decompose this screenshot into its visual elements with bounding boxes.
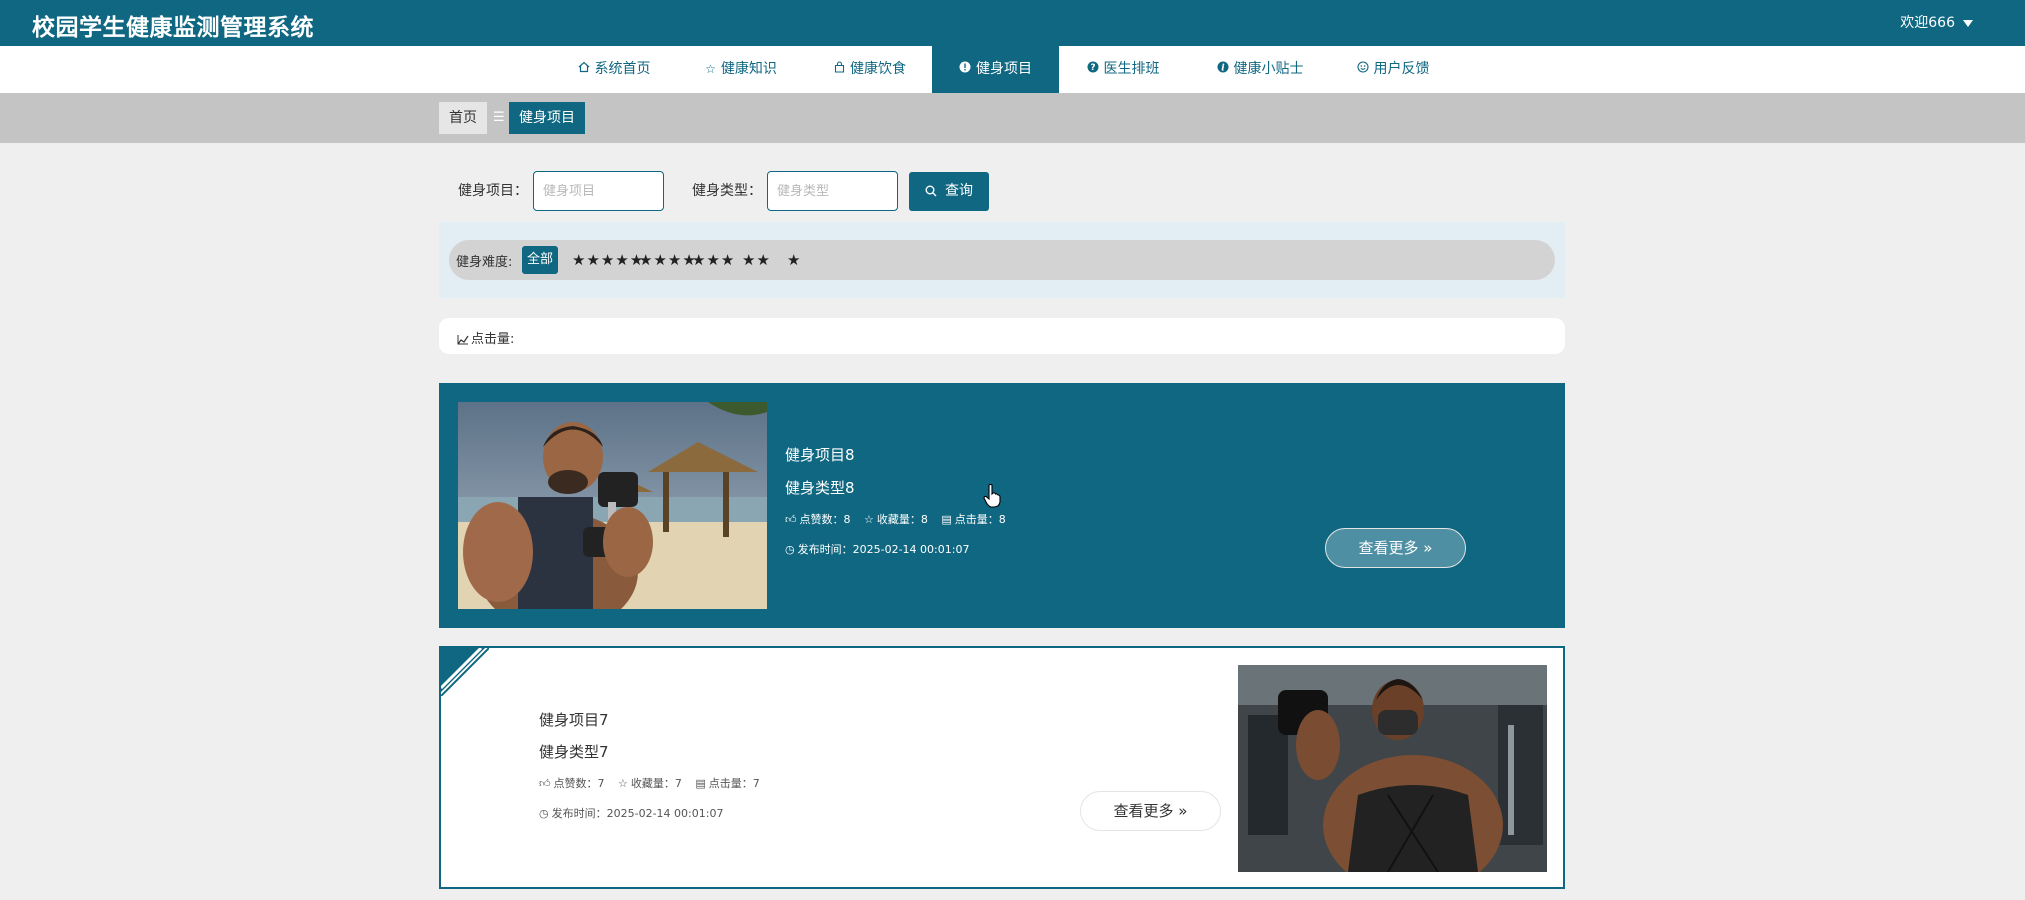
clicks-count: 7: [752, 777, 760, 790]
fitness-card[interactable]: 健身项目8 健身类型8 👍︎ 点赞数：8 ☆ 收藏量：8 ▤ 点击量：8 ◷ 发布时间：…: [439, 383, 1565, 628]
nav-item-fitness[interactable]: 健身项目: [932, 46, 1059, 93]
corner-decoration: [441, 648, 489, 696]
thumbs-up-icon: 👍︎: [785, 513, 797, 526]
search-button-label: 查询: [945, 183, 973, 199]
star-icon: ☆: [618, 777, 628, 790]
card-stats: 👍︎ 点赞数：8 ☆ 收藏量：8 ▤ 点击量：8: [785, 511, 1006, 527]
smile-icon: [1356, 46, 1369, 93]
svg-text:?: ?: [1090, 63, 1095, 73]
clicks-count: 8: [998, 513, 1006, 526]
app-title: 校园学生健康监测管理系统: [32, 15, 314, 41]
nav-item-doctor-schedule[interactable]: ? 医生排班: [1083, 46, 1163, 93]
filter-option-all[interactable]: 全部: [522, 246, 559, 274]
search-button[interactable]: 查询: [909, 172, 989, 211]
difficulty-filter-panel: 健身难度: 全部 ★★★★★ ★★★★ ★★★ ★★ ★: [439, 222, 1565, 298]
breadcrumb-home[interactable]: 首页: [439, 102, 487, 134]
filter-option-3-stars[interactable]: ★★★: [692, 246, 735, 274]
double-chevron-right-icon: »: [1418, 539, 1433, 557]
nav-label: 健身项目: [976, 61, 1032, 77]
likes-label: 点赞数：: [553, 777, 598, 790]
sort-bar: 点击量:: [439, 318, 1565, 354]
favorites-label: 收藏量：: [630, 777, 675, 790]
clock-icon: ◷: [785, 543, 795, 556]
nav-label: 系统首页: [594, 61, 651, 77]
filter-option-4-stars[interactable]: ★★★★: [639, 246, 697, 274]
date-label: 发布时间：: [551, 807, 607, 820]
sort-by-clicks[interactable]: 点击量:: [457, 328, 514, 347]
nav-label: 医生排班: [1103, 61, 1160, 77]
card-date: ◷ 发布时间：2025-02-14 00:01:07: [785, 541, 969, 557]
thumbs-up-icon: 👍︎: [539, 777, 551, 790]
view-more-label: 查看更多: [1113, 802, 1174, 820]
double-chevron-right-icon: »: [1173, 802, 1188, 820]
card-date: ◷ 发布时间：2025-02-14 00:01:07: [539, 805, 723, 821]
difficulty-filter-bar: 健身难度: 全部 ★★★★★ ★★★★ ★★★ ★★ ★: [449, 240, 1555, 280]
bag-icon: [834, 46, 845, 93]
nav-label: 健康知识: [720, 61, 777, 77]
star-icon: ☆: [864, 513, 874, 526]
fitness-photo-beach: [458, 402, 767, 609]
chart-icon: [457, 335, 469, 345]
favorites-count: 7: [674, 777, 682, 790]
home-icon: [578, 46, 590, 93]
view-more-label: 查看更多: [1358, 539, 1419, 557]
info-icon: [959, 46, 971, 93]
card-title: 健身项目7: [539, 711, 609, 729]
nav-item-user-feedback[interactable]: 用户反馈: [1353, 46, 1433, 93]
breadcrumb-separator-icon: ☰: [493, 110, 505, 125]
project-search-label: 健身项目：: [458, 183, 528, 199]
mouse-cursor-icon: [983, 484, 1001, 508]
nav-item-healthy-diet[interactable]: 健康饮食: [823, 46, 917, 93]
nav-item-health-tips[interactable]: i 健康小贴士: [1212, 46, 1308, 93]
filter-option-1-star[interactable]: ★: [787, 246, 801, 274]
question-icon: ?: [1087, 46, 1099, 93]
caret-down-icon: [1963, 19, 1973, 27]
document-icon: ▤: [695, 777, 706, 790]
likes-label: 点赞数：: [799, 513, 844, 526]
document-icon: ▤: [941, 513, 952, 526]
card-stats: 👍︎ 点赞数：7 ☆ 收藏量：7 ▤ 点击量：7: [539, 775, 760, 791]
card-type: 健身类型8: [785, 479, 855, 497]
type-search-label: 健身类型：: [692, 183, 762, 199]
clicks-label: 点击量：: [954, 513, 999, 526]
type-search-input[interactable]: [767, 171, 898, 211]
fitness-card[interactable]: 健身项目7 健身类型7 👍︎ 点赞数：7 ☆ 收藏量：7 ▤ 点击量：7 ◷ 发布时间：…: [439, 646, 1565, 889]
favorites-label: 收藏量：: [876, 513, 921, 526]
nav-label: 用户反馈: [1373, 61, 1430, 77]
svg-text:i: i: [1221, 64, 1225, 74]
project-search-input[interactable]: [533, 171, 664, 211]
star-icon: ☆: [705, 62, 716, 76]
clock-icon: ◷: [539, 807, 549, 820]
breadcrumb-current: 健身项目: [509, 102, 585, 134]
difficulty-label: 健身难度:: [456, 255, 513, 270]
likes-count: 7: [597, 777, 605, 790]
top-header: 校园学生健康监测管理系统 欢迎666: [0, 0, 2025, 46]
info-circle-icon: i: [1217, 46, 1229, 93]
nav-label: 健康饮食: [850, 61, 906, 77]
filter-option-2-stars[interactable]: ★★: [742, 246, 771, 274]
user-menu[interactable]: 欢迎666: [1900, 12, 1973, 32]
card-title: 健身项目8: [785, 446, 855, 464]
nav-item-home[interactable]: 系统首页: [564, 46, 664, 93]
welcome-text: 欢迎666: [1900, 15, 1955, 31]
date-value: 2025-02-14 00:01:07: [852, 543, 970, 556]
breadcrumb: 首页 ☰ 健身项目: [0, 93, 2025, 143]
likes-count: 8: [843, 513, 851, 526]
view-more-button[interactable]: 查看更多 »: [1080, 791, 1221, 831]
fitness-photo-gym: [1238, 665, 1547, 872]
main-nav: 系统首页 ☆ 健康知识 健康饮食 健身项目 ? 医生排班 i 健康小贴士 用户反馈: [0, 46, 2025, 93]
search-icon: [925, 185, 937, 197]
nav-label: 健康小贴士: [1233, 61, 1304, 77]
date-label: 发布时间：: [797, 543, 853, 556]
view-more-button[interactable]: 查看更多 »: [1325, 528, 1466, 568]
card-type: 健身类型7: [539, 743, 609, 761]
sort-label: 点击量:: [471, 332, 515, 347]
date-value: 2025-02-14 00:01:07: [606, 807, 724, 820]
filter-option-5-stars[interactable]: ★★★★★: [572, 246, 644, 274]
nav-item-health-knowledge[interactable]: ☆ 健康知识: [694, 46, 788, 93]
favorites-count: 8: [920, 513, 928, 526]
clicks-label: 点击量：: [708, 777, 753, 790]
